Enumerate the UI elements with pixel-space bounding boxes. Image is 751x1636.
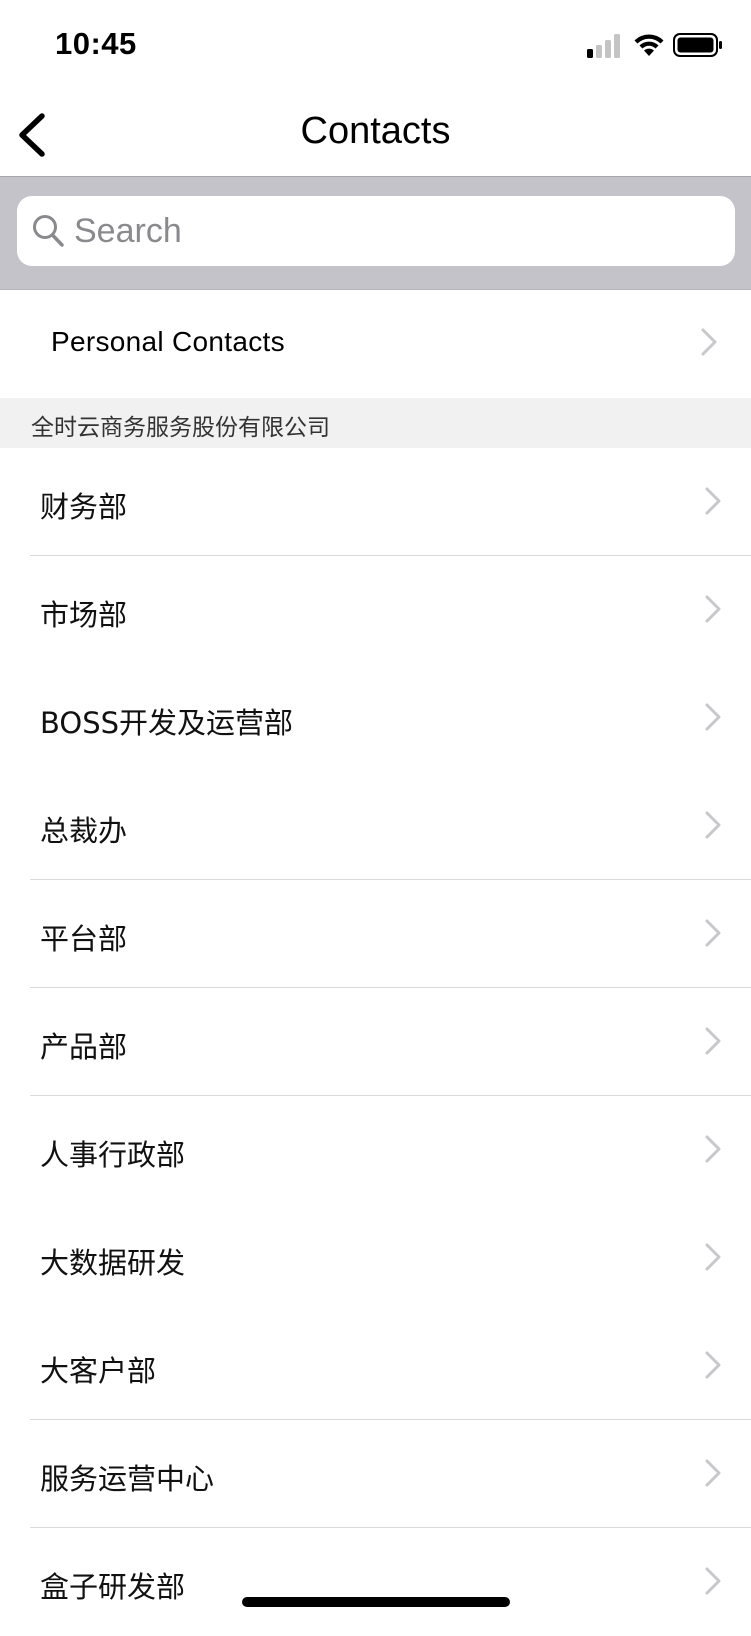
department-label: BOSS开发及运营部 <box>40 706 294 740</box>
status-bar: 10:45 <box>0 0 751 92</box>
department-label: 财务部 <box>40 490 128 524</box>
home-indicator[interactable] <box>242 1597 510 1607</box>
search-icon <box>33 215 64 247</box>
department-row[interactable]: 平台部 <box>0 880 751 988</box>
navigation-bar: Contacts <box>0 92 751 177</box>
chevron-right-icon <box>705 1567 721 1595</box>
department-row[interactable]: 大数据研发 <box>0 1204 751 1312</box>
department-row[interactable]: BOSS开发及运营部 <box>0 664 751 772</box>
page-title: Contacts <box>300 110 451 152</box>
search-bar <box>0 177 751 290</box>
department-label: 市场部 <box>40 598 128 632</box>
chevron-right-icon <box>705 919 721 947</box>
department-list: 财务部 市场部 BOSS开发及运营部 总裁办 平台部 产品部 人事行政部 大数据… <box>0 448 751 1636</box>
department-label: 总裁办 <box>40 814 128 848</box>
chevron-right-icon <box>705 1135 721 1163</box>
wifi-icon <box>634 34 664 56</box>
battery-icon <box>673 33 722 57</box>
chevron-right-icon <box>705 487 721 515</box>
chevron-right-icon <box>701 328 717 356</box>
personal-contacts-label: Personal Contacts <box>51 326 285 357</box>
chevron-right-icon <box>705 1243 721 1271</box>
chevron-right-icon <box>705 703 721 731</box>
department-row[interactable]: 人事行政部 <box>0 1096 751 1204</box>
company-section-header: 全时云商务服务股份有限公司 <box>0 398 751 448</box>
department-label: 服务运营中心 <box>40 1462 215 1496</box>
chevron-right-icon <box>705 595 721 623</box>
department-row[interactable]: 市场部 <box>0 556 751 664</box>
department-row[interactable]: 产品部 <box>0 988 751 1096</box>
chevron-right-icon <box>705 1459 721 1487</box>
cellular-signal-icon <box>587 34 620 58</box>
department-row[interactable]: 大客户部 <box>0 1312 751 1420</box>
status-time: 10:45 <box>55 26 137 61</box>
department-row[interactable]: 财务部 <box>0 448 751 556</box>
department-label: 大数据研发 <box>40 1246 186 1280</box>
department-label: 平台部 <box>40 922 128 956</box>
department-label: 产品部 <box>40 1030 128 1064</box>
department-label: 大客户部 <box>40 1354 157 1388</box>
company-name: 全时云商务服务股份有限公司 <box>31 415 330 441</box>
department-row[interactable]: 服务运营中心 <box>0 1420 751 1528</box>
personal-contacts-row[interactable]: Personal Contacts <box>0 290 751 398</box>
department-label: 人事行政部 <box>40 1138 186 1172</box>
chevron-right-icon <box>705 1351 721 1379</box>
chevron-right-icon <box>705 811 721 839</box>
department-label: 盒子研发部 <box>40 1570 186 1604</box>
department-row[interactable]: 盒子研发部 <box>0 1528 751 1636</box>
search-field[interactable] <box>17 196 735 266</box>
chevron-right-icon <box>705 1027 721 1055</box>
search-input[interactable] <box>74 196 714 266</box>
department-row[interactable]: 总裁办 <box>0 772 751 880</box>
